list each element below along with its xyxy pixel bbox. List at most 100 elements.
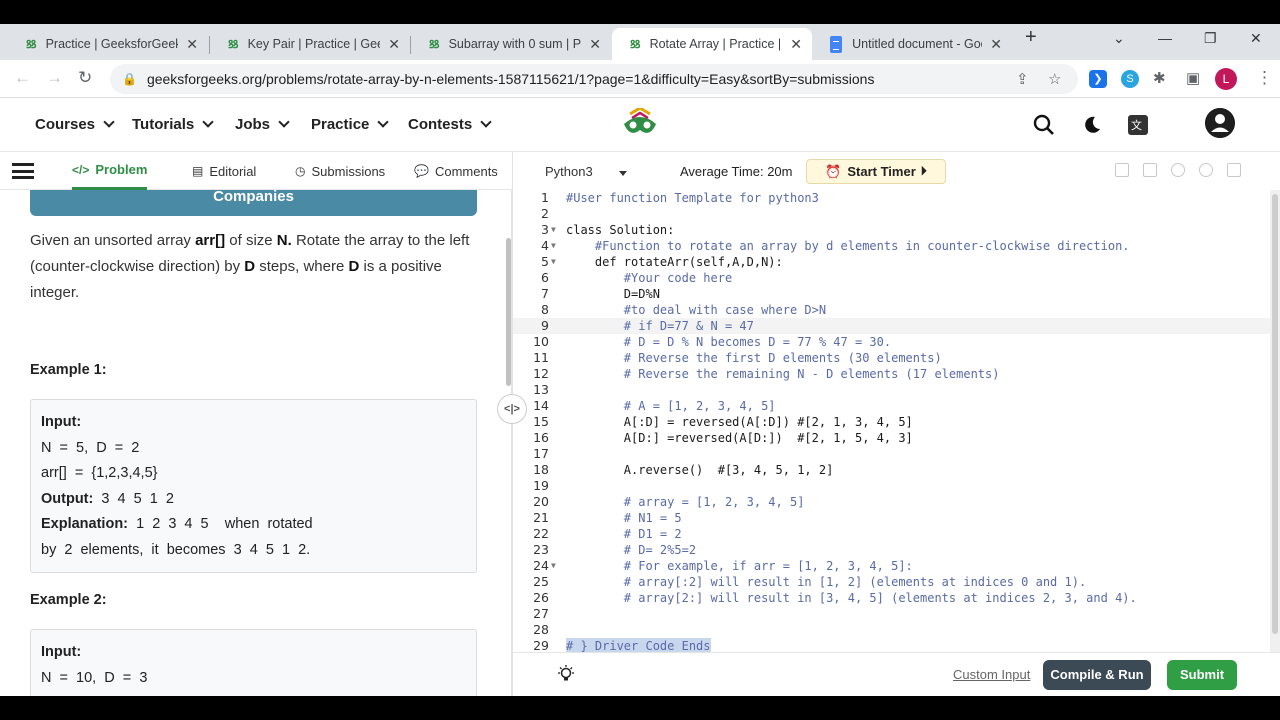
code-line[interactable]: 1 #User function Template for python3	[513, 190, 1270, 206]
browser-tab-subarray[interactable]: ꝸꝸ Subarray with 0 sum | Pra ✕	[411, 28, 611, 60]
code-line[interactable]: 22 # D1 = 2	[513, 526, 1270, 542]
window-close-icon[interactable]: ✕	[1250, 30, 1262, 47]
code-line[interactable]: 21 # N1 = 5	[513, 510, 1270, 526]
nav-jobs[interactable]: Jobs	[235, 116, 290, 133]
code-text: # D1 = 2	[566, 527, 682, 541]
minimize-icon[interactable]: —	[1158, 30, 1172, 46]
back-arrow-icon[interactable]: ←	[14, 68, 31, 88]
browser-tab-docs[interactable]: Untitled document - Goo ✕	[812, 28, 1012, 60]
settings-gear-icon[interactable]	[1171, 163, 1185, 177]
code-text: # For example, if arr = [1, 2, 3, 4, 5]:	[566, 559, 913, 573]
fold-arrow-icon[interactable]: ▼	[551, 558, 556, 574]
code-text: # A = [1, 2, 3, 4, 5]	[566, 399, 776, 413]
code-line[interactable]: 15 A[:D] = reversed(A[:D]) #[2, 1, 3, 4,…	[513, 414, 1270, 430]
code-line[interactable]: 25 # array[:2] will result in [1, 2] (el…	[513, 574, 1270, 590]
pane-resize-handle-icon[interactable]: <|>	[497, 394, 527, 424]
browser-tab-practice[interactable]: ꝸꝸ Practice | GeeksforGeeks ✕	[8, 28, 208, 60]
code-line[interactable]: 23 # D= 2%5=2	[513, 542, 1270, 558]
code-line[interactable]: 7 D=D%N	[513, 286, 1270, 302]
site-header: Courses Tutorials Jobs Practice Contests…	[0, 98, 1280, 152]
lightbulb-icon[interactable]	[557, 665, 575, 683]
dark-mode-moon-icon[interactable]	[1082, 115, 1102, 135]
gfg-festive-logo-icon[interactable]	[620, 108, 660, 142]
browser-menu-icon[interactable]: ⋮	[1256, 68, 1273, 88]
reload-icon[interactable]: ↻	[78, 68, 92, 88]
forward-arrow-icon[interactable]: →	[46, 68, 63, 88]
close-icon[interactable]: ✕	[186, 36, 198, 53]
code-line[interactable]: 20 # array = [1, 2, 3, 4, 5]	[513, 494, 1270, 510]
code-line[interactable]: 2	[513, 206, 1270, 222]
close-icon[interactable]: ✕	[990, 36, 1002, 53]
code-line[interactable]: 29 # } Driver Code Ends	[513, 638, 1270, 652]
fold-arrow-icon[interactable]: ▼	[551, 222, 556, 238]
code-line[interactable]: 16 A[D:] =reversed(A[D:]) #[2, 1, 5, 4, …	[513, 430, 1270, 446]
fold-arrow-icon[interactable]: ▼	[551, 238, 556, 254]
language-select[interactable]: Python3	[535, 160, 635, 184]
code-line[interactable]: 26 # array[2:] will result in [3, 4, 5] …	[513, 590, 1270, 606]
browser-tab-key-pair[interactable]: ꝸꝸ Key Pair | Practice | Geeks ✕	[210, 28, 410, 60]
fullscreen-icon[interactable]	[1227, 163, 1241, 177]
tab-submissions[interactable]: ◷ Submissions	[295, 152, 385, 190]
fold-arrow-icon[interactable]: ▼	[551, 254, 556, 270]
new-tab-plus-icon[interactable]: +	[1025, 26, 1037, 49]
nav-contests[interactable]: Contests	[408, 116, 492, 133]
nav-tutorials[interactable]: Tutorials	[132, 116, 214, 133]
example-explanation: by 2 elements, it becomes 3 4 5 1 2.	[41, 541, 311, 558]
close-icon[interactable]: ✕	[790, 36, 802, 53]
extension-s-icon[interactable]: S	[1121, 70, 1139, 88]
code-line[interactable]: 18 A.reverse() #[3, 4, 5, 1, 2]	[513, 462, 1270, 478]
reset-icon[interactable]	[1199, 163, 1213, 177]
browser-tab-rotate-array[interactable]: ꝸꝸ Rotate Array | Practice | G ✕	[612, 28, 812, 60]
tab-comments[interactable]: 💬 Comments	[414, 152, 498, 190]
tab-problem[interactable]: </> Problem	[72, 152, 148, 190]
user-account-icon[interactable]	[1205, 108, 1235, 138]
translate-icon[interactable]: 文	[1128, 115, 1148, 135]
code-line[interactable]: 6 #Your code here	[513, 270, 1270, 286]
nav-courses[interactable]: Courses	[35, 116, 115, 133]
close-icon[interactable]: ✕	[388, 36, 400, 53]
close-icon[interactable]: ✕	[589, 36, 601, 53]
start-timer-button[interactable]: ⏰ Start Timer ⏵	[806, 159, 946, 184]
code-line[interactable]: 13	[513, 382, 1270, 398]
restore-icon[interactable]: ❐	[1204, 30, 1217, 47]
nav-practice[interactable]: Practice	[311, 116, 390, 133]
code-line[interactable]: 11 # Reverse the first D elements (30 el…	[513, 350, 1270, 366]
editor-scrollbar[interactable]	[1270, 190, 1280, 652]
tab-search-chevron-icon[interactable]: ⌄	[1113, 30, 1125, 47]
line-number: 12	[533, 366, 549, 381]
hamburger-menu-icon[interactable]	[12, 163, 34, 179]
code-line[interactable]: 19	[513, 478, 1270, 494]
copy-icon[interactable]	[1115, 163, 1129, 177]
custom-input-link[interactable]: Custom Input	[953, 667, 1030, 682]
share-icon[interactable]: ⇪	[1016, 70, 1029, 88]
code-editor[interactable]: 1 #User function Template for python3 2 3 ▼ c…	[513, 190, 1280, 652]
line-number: 22	[533, 526, 549, 541]
search-icon[interactable]	[1033, 114, 1055, 136]
code-line[interactable]: 17	[513, 446, 1270, 462]
submit-button[interactable]: Submit	[1167, 660, 1237, 690]
code-line[interactable]: 14 # A = [1, 2, 3, 4, 5]	[513, 398, 1270, 414]
bookmark-star-icon[interactable]: ☆	[1048, 70, 1061, 88]
paste-icon[interactable]	[1143, 163, 1157, 177]
code-line[interactable]: 9 # if D=77 & N = 47	[513, 318, 1270, 334]
profile-avatar[interactable]: L	[1215, 68, 1237, 90]
chevron-down-icon	[480, 116, 492, 128]
code-line[interactable]: 28	[513, 622, 1270, 638]
code-line[interactable]: 12 # Reverse the remaining N - D element…	[513, 366, 1270, 382]
code-line[interactable]: 8 #to deal with case where D>N	[513, 302, 1270, 318]
code-line[interactable]: 4 ▼ #Function to rotate an array by d ele…	[513, 238, 1270, 254]
code-line[interactable]: 3 ▼ class Solution:	[513, 222, 1270, 238]
extensions-puzzle-icon[interactable]: ✱	[1153, 69, 1166, 87]
side-panel-icon[interactable]: ▣	[1186, 69, 1200, 87]
compile-run-button[interactable]: Compile & Run	[1043, 660, 1151, 690]
code-text: # D= 2%5=2	[566, 543, 697, 557]
bottom-letterbox	[0, 696, 1280, 720]
extension-reader-icon[interactable]: ❯	[1089, 70, 1107, 88]
code-line[interactable]: 27	[513, 606, 1270, 622]
url-omnibox[interactable]: 🔒 geeksforgeeks.org/problems/rotate-arra…	[110, 64, 1078, 94]
code-line[interactable]: 24 ▼ # For example, if arr = [1, 2, 3, 4,…	[513, 558, 1270, 574]
code-line[interactable]: 10 # D = D % N becomes D = 77 % 47 = 30.	[513, 334, 1270, 350]
code-line[interactable]: 5 ▼ def rotateArr(self,A,D,N):	[513, 254, 1270, 270]
editor-toolbar: Python3 Average Time: 20m ⏰ Start Timer …	[513, 152, 1280, 190]
tab-editorial[interactable]: ▤ Editorial	[192, 152, 256, 190]
